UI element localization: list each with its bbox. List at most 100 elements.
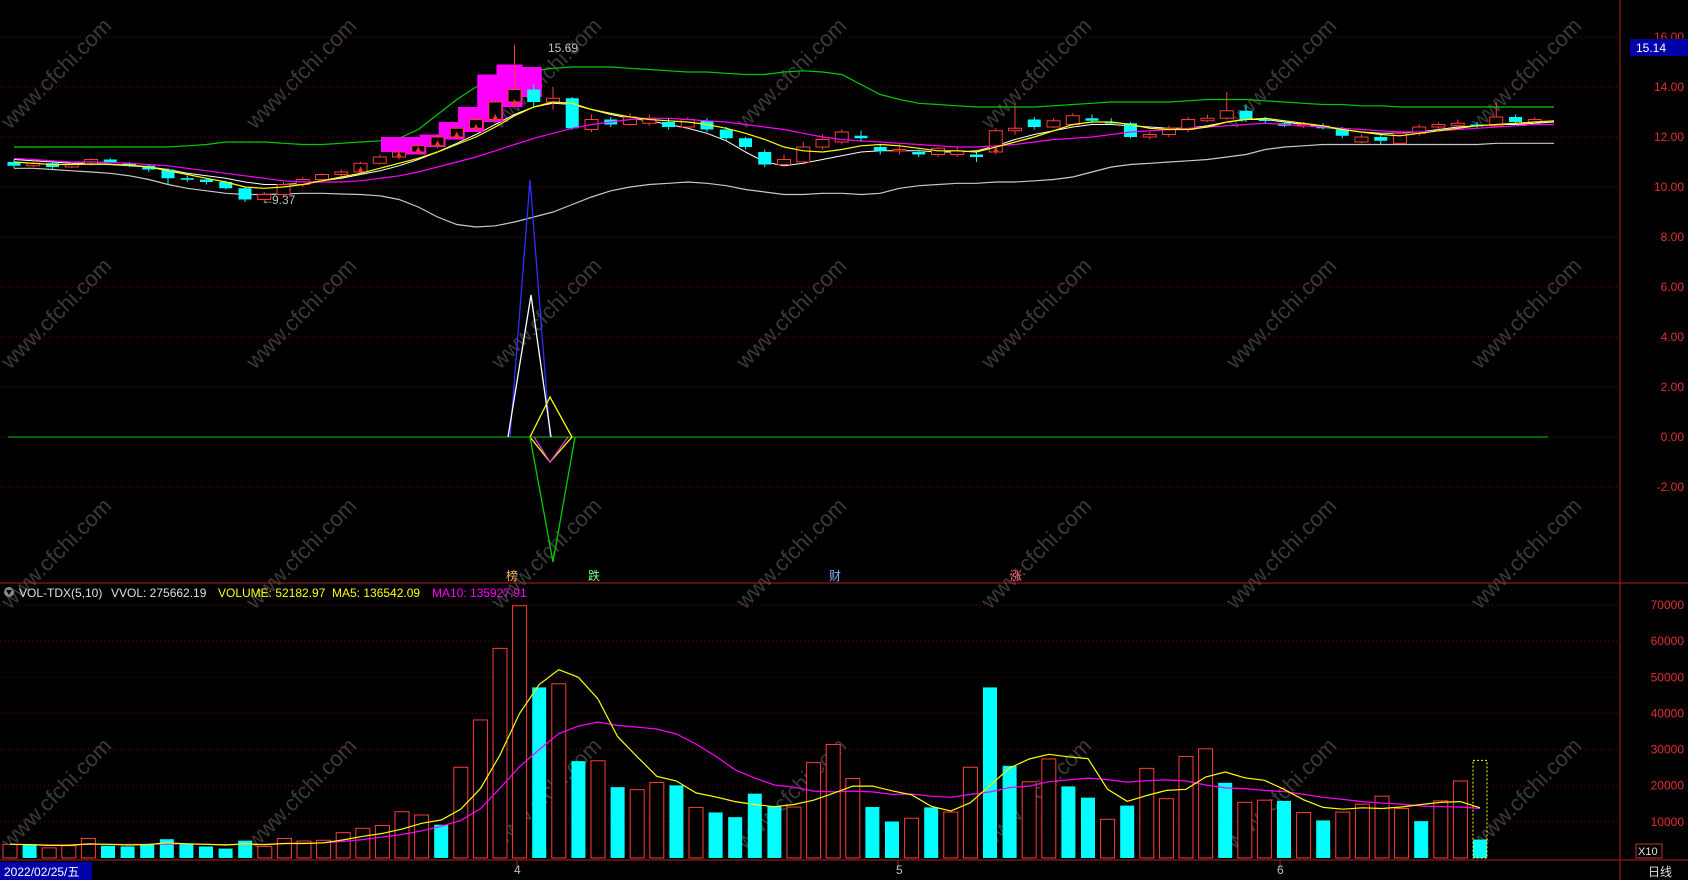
price-tick-label: 14.00 xyxy=(1654,80,1684,94)
volume-bar-down xyxy=(924,807,939,858)
candle-body-up xyxy=(796,146,811,163)
candle-body-down xyxy=(1258,119,1272,121)
vol-indicator-name[interactable]: VOL-TDX(5,10) xyxy=(19,586,102,600)
volume-bar-down xyxy=(1120,805,1135,858)
watermark-text: www.cfchi.com xyxy=(1465,253,1586,374)
price-tick-label: 6.00 xyxy=(1661,280,1685,294)
volume-bar-up xyxy=(41,847,57,859)
volume-bar-up xyxy=(629,789,645,859)
candle-body-up xyxy=(1046,120,1061,128)
volume-bar-up xyxy=(80,837,96,859)
axis-labels-layer: 16.0014.0012.0010.008.006.004.002.000.00… xyxy=(1651,30,1685,829)
candle-body-up xyxy=(777,159,791,165)
volume-bar-down xyxy=(1081,797,1095,858)
volume-bar-up xyxy=(1178,755,1194,859)
volume-tick-label: 60000 xyxy=(1651,634,1685,648)
volume-bar-up xyxy=(786,806,802,859)
candle-body-down xyxy=(1239,110,1253,120)
candle-body-up xyxy=(1008,127,1022,132)
volume-bar-up xyxy=(355,827,371,859)
candle-body-up xyxy=(1219,110,1234,119)
volume-bar-up xyxy=(649,781,665,859)
candle-body-down xyxy=(1509,117,1522,122)
high-price-label: 15.69 xyxy=(548,41,578,55)
candle-body-down xyxy=(200,179,213,182)
date-label: 2022/02/25/五 xyxy=(4,865,79,879)
volume-bar-down xyxy=(120,846,135,858)
volume-bar-down xyxy=(1277,800,1291,858)
volume-bar-down xyxy=(1414,821,1429,858)
volume-bar-up xyxy=(825,744,841,859)
volume-bar-up xyxy=(61,845,77,859)
volume-bar-down xyxy=(1218,782,1233,858)
volume-bar-up xyxy=(1198,748,1214,859)
volume-bar-up xyxy=(1041,758,1057,859)
volume-tick-label: 70000 xyxy=(1651,598,1685,612)
yellow-oscillator-line xyxy=(529,395,573,464)
watermark-text: www.cfchi.com xyxy=(1465,13,1586,134)
watermark-text: www.cfchi.com xyxy=(730,493,851,614)
event-marker-3[interactable]: 财 xyxy=(829,569,841,583)
watermark-text: www.cfchi.com xyxy=(1220,253,1341,374)
candle-body-up xyxy=(1200,117,1215,122)
unit-label: X10 xyxy=(1638,846,1658,858)
month-label-6: 6 xyxy=(1277,863,1284,877)
volume-bar-up xyxy=(492,647,508,859)
watermark-text: www.cfchi.com xyxy=(240,253,361,374)
volume-bar-up xyxy=(1394,807,1410,859)
volume-bar-down xyxy=(728,817,743,858)
watermark-text: www.cfchi.com xyxy=(1465,493,1586,614)
candle-body-down xyxy=(527,89,541,102)
event-marker-4[interactable]: 涨 xyxy=(1010,568,1022,583)
volume-bar-up xyxy=(1354,803,1370,859)
stock-chart: www.cfchi.com www.cfchi.com www.cfchi.com w… xyxy=(0,0,1688,880)
volume-bar-up xyxy=(1100,818,1116,859)
price-tick-label: 10.00 xyxy=(1654,180,1684,194)
volume-bar-down xyxy=(767,805,782,858)
volume-bar-up xyxy=(257,845,273,859)
volume-bar-up xyxy=(1158,798,1174,859)
candle-body-down xyxy=(912,152,926,155)
watermark-text: www.cfchi.com xyxy=(0,253,116,374)
volume-bar-up xyxy=(2,843,18,859)
vvol-value: VVOL: 275662.19 xyxy=(111,586,207,600)
vol-ma5-value: MA5: 136542.09 xyxy=(332,586,420,600)
price-tick-label: -2.00 xyxy=(1657,480,1685,494)
candle-body-down xyxy=(970,154,983,157)
candle-body-up xyxy=(834,131,849,143)
volume-bar-down xyxy=(22,844,37,858)
volume-bar-down xyxy=(1316,820,1331,858)
volume-bar-up xyxy=(374,824,390,859)
watermark-text: www.cfchi.com xyxy=(1220,493,1341,614)
volume-bar-up xyxy=(904,817,920,859)
volume-bar-up xyxy=(1139,767,1155,859)
vol-ma10-value: MA10: 135927.91 xyxy=(432,586,527,600)
candle-body-down xyxy=(758,152,772,165)
period-label[interactable]: 日线 xyxy=(1648,865,1672,879)
volume-bar-down xyxy=(983,687,997,858)
candle-body-up xyxy=(1450,122,1465,127)
volume-tick-label: 30000 xyxy=(1651,743,1685,757)
volume-value: VOLUME: 52182.97 xyxy=(218,586,326,600)
candle-body-up xyxy=(334,171,349,175)
candle-body-up xyxy=(315,174,329,180)
volume-bar-down xyxy=(179,844,194,858)
candle-body-down xyxy=(854,135,868,139)
candle-body-down xyxy=(238,188,252,200)
volume-bar-down xyxy=(865,807,880,858)
candle-body-up xyxy=(372,156,387,164)
volume-bar-down xyxy=(1061,786,1076,858)
watermark-text: www.cfchi.com xyxy=(240,13,361,134)
volume-bars-layer xyxy=(2,605,1488,859)
event-marker-1[interactable]: 榜 xyxy=(506,568,518,583)
candle-body-down xyxy=(719,129,733,139)
watermark-text: www.cfchi.com xyxy=(485,253,606,374)
volume-bar-up xyxy=(453,766,469,859)
volume-tick-label: 40000 xyxy=(1651,706,1685,720)
candle-body-down xyxy=(1374,137,1388,141)
month-label-4: 4 xyxy=(514,863,521,877)
volume-bar-down xyxy=(1002,765,1017,858)
low-price-label: 9.37 xyxy=(272,193,296,207)
volume-bar-up xyxy=(1374,795,1390,859)
event-marker-2[interactable]: 跌 xyxy=(588,568,600,583)
